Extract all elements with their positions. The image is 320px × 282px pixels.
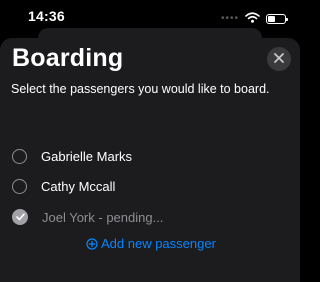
checkmark-icon[interactable]	[12, 209, 28, 225]
passenger-name: Gabrielle Marks	[41, 148, 133, 164]
close-icon	[274, 50, 284, 68]
battery-level	[268, 16, 276, 22]
close-button[interactable]	[267, 47, 291, 71]
passenger-name: Cathy Mccall	[41, 178, 116, 194]
page-subtitle: Select the passengers you would like to …	[11, 82, 270, 96]
add-passenger-label: Add new passenger	[101, 236, 216, 251]
passenger-option[interactable]: Joel York - pending...	[12, 208, 163, 226]
battery-icon	[266, 14, 288, 24]
add-passenger-button[interactable]: Add new passenger	[86, 236, 216, 251]
status-time: 14:36	[28, 8, 65, 24]
radio-unchecked-icon[interactable]	[12, 148, 27, 164]
signal-dots-icon: ••••	[220, 13, 239, 24]
status-icons: ••••	[220, 10, 288, 28]
radio-unchecked-icon[interactable]	[12, 178, 27, 194]
passenger-option[interactable]: Cathy Mccall	[12, 177, 115, 195]
passenger-name-pending: Joel York - pending...	[42, 209, 164, 225]
page-title: Boarding	[12, 44, 124, 72]
wifi-icon	[245, 10, 260, 28]
passenger-option[interactable]: Gabrielle Marks	[12, 147, 132, 165]
plus-circle-icon	[86, 237, 98, 250]
